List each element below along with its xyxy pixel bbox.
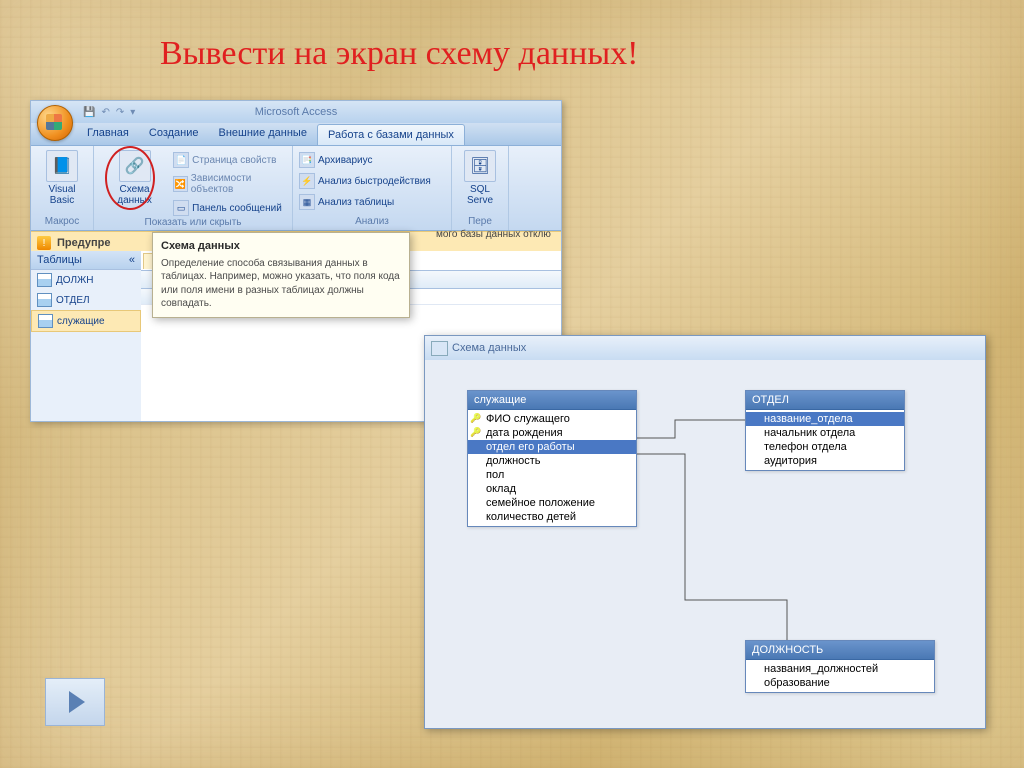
- message-bar-icon: ▭: [173, 200, 189, 216]
- group-analyze-label: Анализ: [297, 216, 447, 228]
- tab-external-data[interactable]: Внешние данные: [209, 123, 317, 145]
- group-move-label: Пере: [456, 216, 504, 228]
- relationships-window-icon: [431, 341, 448, 356]
- slide-title: Вывести на экран схему данных!: [160, 35, 639, 73]
- tab-database-tools[interactable]: Работа с базами данных: [317, 124, 465, 145]
- relationships-window-title: Схема данных: [425, 336, 985, 361]
- field-gender[interactable]: пол: [468, 468, 636, 482]
- ribbon: 📘 Visual Basic Макрос 🔗 Схема данных 📄Ст…: [31, 146, 561, 231]
- security-warning-suffix: мого базы данных отклю: [436, 229, 551, 240]
- object-deps-button[interactable]: 🔀Зависимости объектов: [171, 172, 288, 196]
- nav-item-sluzhashchie[interactable]: служащие: [31, 310, 141, 332]
- archiver-icon: 📑: [299, 152, 315, 168]
- ribbon-tabs: Главная Создание Внешние данные Работа с…: [31, 123, 561, 146]
- sql-server-button[interactable]: 🗄 SQL Serve: [456, 148, 504, 208]
- field-dept-room[interactable]: аудитория: [746, 454, 904, 468]
- next-slide-button[interactable]: [45, 678, 105, 726]
- property-sheet-icon: 📄: [173, 152, 189, 168]
- field-dept-phone[interactable]: телефон отдела: [746, 440, 904, 454]
- analyze-table-button[interactable]: ▦Анализ таблицы: [297, 193, 433, 211]
- visual-basic-icon: 📘: [46, 150, 78, 182]
- relationships-button[interactable]: 🔗 Схема данных: [98, 148, 171, 208]
- table-icon: [38, 314, 53, 328]
- sql-server-label: SQL Serve: [462, 184, 498, 206]
- relationships-label: Схема данных: [104, 184, 165, 206]
- field-position[interactable]: должность: [468, 454, 636, 468]
- archiver-button[interactable]: 📑Архивариус: [297, 151, 433, 169]
- field-position-name[interactable]: названия_должностей: [746, 662, 934, 676]
- undo-icon[interactable]: ↶: [101, 107, 109, 118]
- tooltip: Схема данных Определение способа связыва…: [152, 232, 410, 318]
- navigation-pane: Таблицы« ДОЛЖН ОТДЕЛ служащие: [31, 251, 142, 421]
- chevron-down-icon[interactable]: «: [129, 254, 135, 266]
- field-children[interactable]: количество детей: [468, 510, 636, 524]
- field-dept-name[interactable]: название_отдела: [746, 412, 904, 426]
- visual-basic-button[interactable]: 📘 Visual Basic: [35, 148, 89, 208]
- table-title: ДОЛЖНОСТЬ: [746, 641, 934, 660]
- table-sluzhashchie[interactable]: служащие ФИО служащего дата рождения отд…: [467, 390, 637, 527]
- property-sheet-button[interactable]: 📄Страница свойств: [171, 151, 288, 169]
- field-salary[interactable]: оклад: [468, 482, 636, 496]
- qat-more-icon[interactable]: ▾: [130, 107, 135, 118]
- tab-create[interactable]: Создание: [139, 123, 209, 145]
- app-title: Microsoft Access: [255, 106, 338, 118]
- field-fio[interactable]: ФИО служащего: [468, 412, 636, 426]
- table-title: ОТДЕЛ: [746, 391, 904, 410]
- table-icon: [37, 293, 52, 307]
- office-button[interactable]: [37, 105, 73, 141]
- tooltip-title: Схема данных: [161, 239, 401, 254]
- field-birthdate[interactable]: дата рождения: [468, 426, 636, 440]
- table-title: служащие: [468, 391, 636, 410]
- redo-icon[interactable]: ↷: [116, 107, 124, 118]
- object-deps-icon: 🔀: [173, 176, 188, 192]
- tab-home[interactable]: Главная: [77, 123, 139, 145]
- visual-basic-label: Visual Basic: [41, 184, 83, 206]
- field-dept-head[interactable]: начальник отдела: [746, 426, 904, 440]
- shield-icon: !: [37, 236, 51, 250]
- performance-button[interactable]: ⚡Анализ быстродействия: [297, 172, 433, 190]
- group-macros-label: Макрос: [35, 216, 89, 228]
- table-otdel[interactable]: ОТДЕЛ название_отдела начальник отдела т…: [745, 390, 905, 471]
- performance-icon: ⚡: [299, 173, 315, 189]
- table-dolzhnost[interactable]: ДОЛЖНОСТЬ названия_должностей образовани…: [745, 640, 935, 693]
- nav-header[interactable]: Таблицы«: [31, 251, 141, 270]
- quick-access-toolbar: 💾 ↶ ↷ ▾ Microsoft Access: [31, 101, 561, 123]
- analyze-table-icon: ▦: [299, 194, 315, 210]
- save-icon[interactable]: 💾: [83, 107, 95, 118]
- field-marital[interactable]: семейное положение: [468, 496, 636, 510]
- table-icon: [37, 273, 52, 287]
- tooltip-body: Определение способа связывания данных в …: [161, 258, 400, 310]
- relationships-window: Схема данных служащие ФИО служащего дата…: [424, 335, 986, 729]
- field-education[interactable]: образование: [746, 676, 934, 690]
- field-department[interactable]: отдел его работы: [468, 440, 636, 454]
- message-bar-button[interactable]: ▭Панель сообщений: [171, 199, 288, 217]
- relationships-icon: 🔗: [119, 150, 151, 182]
- sql-server-icon: 🗄: [464, 150, 496, 182]
- relationships-canvas[interactable]: служащие ФИО служащего дата рождения отд…: [425, 360, 985, 728]
- nav-item-dolzhnost[interactable]: ДОЛЖН: [31, 270, 141, 290]
- group-show-label: Показать или скрыть: [98, 217, 288, 229]
- nav-item-otdel[interactable]: ОТДЕЛ: [31, 290, 141, 310]
- security-warning-prefix: Предупре: [57, 237, 110, 249]
